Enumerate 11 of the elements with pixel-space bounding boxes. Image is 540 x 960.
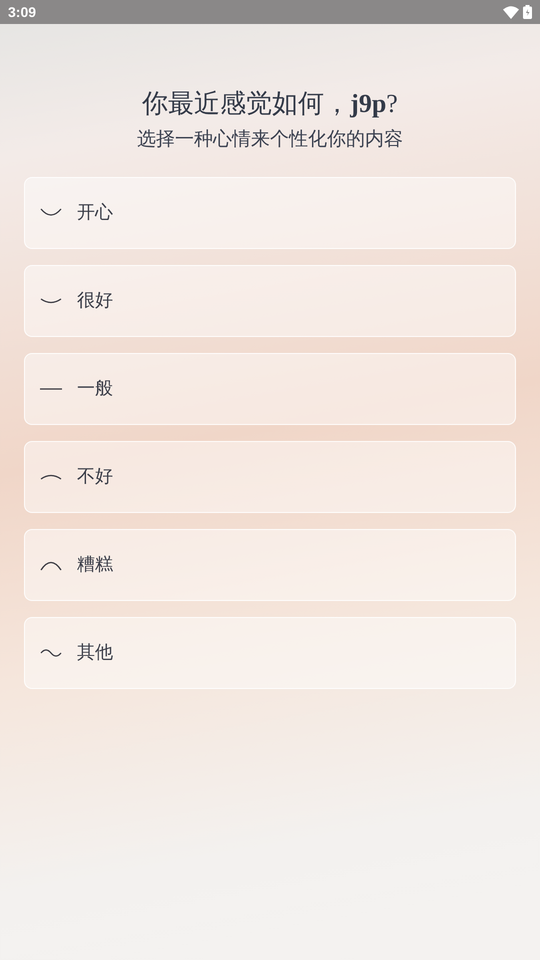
mood-option[interactable]: 糟糕 xyxy=(24,528,516,600)
page-subtitle: 选择一种心情来个性化你的内容 xyxy=(137,128,403,152)
page-title: 你最近感觉如何，j9p? xyxy=(142,88,398,120)
mood-option[interactable]: 开心 xyxy=(24,176,516,248)
mood-option[interactable]: 一般 xyxy=(24,352,516,424)
wifi-icon xyxy=(503,6,519,18)
mood-option[interactable]: 很好 xyxy=(24,264,516,336)
battery-icon xyxy=(523,5,532,19)
mood-option[interactable]: 其他 xyxy=(24,616,516,688)
status-time: 3:09 xyxy=(8,3,36,22)
mood-option[interactable]: 不好 xyxy=(24,440,516,512)
